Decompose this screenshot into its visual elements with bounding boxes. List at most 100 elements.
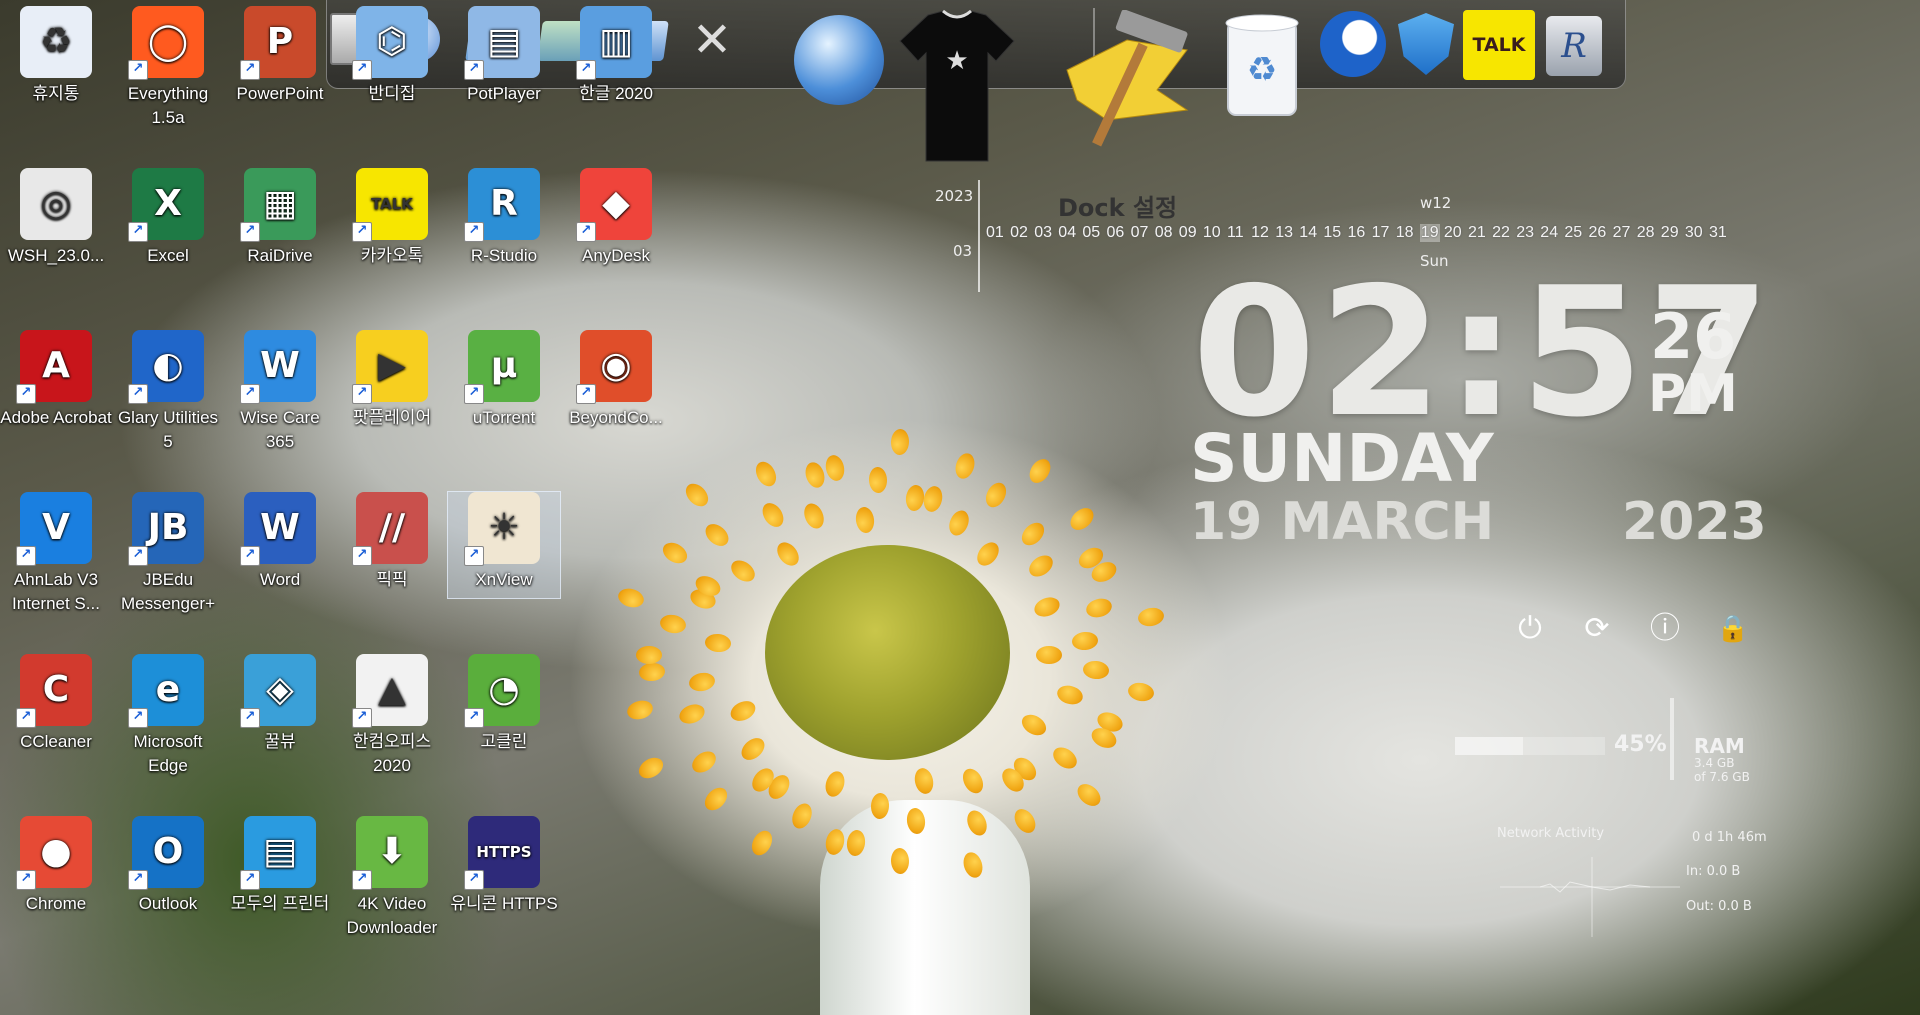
flower-stamen (727, 697, 759, 725)
calendar-day[interactable]: 04 (1058, 224, 1076, 242)
rstudio-icon[interactable]: R (1541, 10, 1607, 82)
shortcut-arrow-icon: ↗ (464, 60, 484, 80)
desktop-icon[interactable]: //↗ 픽픽 (336, 492, 448, 622)
calendar-day[interactable]: 23 (1516, 224, 1534, 242)
wisecare-icon[interactable] (1393, 8, 1459, 80)
app-icon: e ↗ (128, 654, 204, 728)
desktop-icon[interactable]: ◉ ↗ BeyondCo... (560, 330, 672, 460)
calendar-day[interactable]: 20 (1444, 224, 1462, 242)
flower-stamen (823, 453, 847, 484)
glary-icon[interactable] (1317, 8, 1389, 80)
calendar-day[interactable]: 05 (1082, 224, 1100, 242)
calendar-day[interactable]: 30 (1685, 224, 1703, 242)
calendar-title[interactable]: Dock 설정 (1058, 188, 1177, 223)
calendar-day[interactable]: 17 (1372, 224, 1390, 242)
desktop-icon[interactable]: µ ↗ uTorrent (448, 330, 560, 460)
flower-stamen (1010, 805, 1040, 837)
desktop-icon-label: 유니콘 HTTPS (450, 894, 558, 913)
shutdown-icon[interactable]: ⏻ (1511, 610, 1549, 648)
calendar-day[interactable]: 15 (1323, 224, 1341, 242)
calendar-day[interactable]: 24 (1540, 224, 1558, 242)
calendar-day[interactable]: 13 (1275, 224, 1293, 242)
calendar-day[interactable]: 07 (1131, 224, 1149, 242)
calendar-day[interactable]: 28 (1637, 224, 1655, 242)
tools-icon[interactable]: ✕ (682, 8, 742, 72)
ram-used: 3.4 GB (1694, 756, 1735, 770)
desktop-icon[interactable]: W ↗ Wise Care 365 (224, 330, 336, 460)
kakaotalk-icon[interactable]: TALK (1463, 10, 1535, 80)
restart-icon[interactable]: ⟳ (1578, 610, 1616, 648)
desktop-icon[interactable]: e ↗ Microsoft Edge (112, 654, 224, 784)
desktop-icon-label: 고클린 (480, 732, 528, 751)
desktop-icon-label: 카카오톡 (360, 246, 424, 265)
desktop-icon[interactable]: ♻ 휴지통 (0, 6, 112, 136)
calendar-day[interactable]: 02 (1010, 224, 1028, 242)
desktop-icon-label: 꿀뷰 (264, 732, 296, 751)
app-icon: ▤ ↗ (464, 6, 540, 80)
desktop-icon[interactable]: TALK ↗ 카카오톡 (336, 168, 448, 298)
desktop-icon[interactable]: JB ↗ JBEdu Messenger+ (112, 492, 224, 622)
flower-stamen (751, 457, 781, 490)
calendar-day[interactable]: 25 (1564, 224, 1582, 242)
calendar-day[interactable]: 14 (1299, 224, 1317, 242)
desktop-icon[interactable]: ◯ ↗ Everything 1.5a (112, 6, 224, 136)
calendar-day[interactable]: 22 (1492, 224, 1510, 242)
desktop-icon[interactable]: ▲ ↗ 한컴오피스 2020 (336, 654, 448, 784)
calendar-day[interactable]: 08 (1155, 224, 1173, 242)
hammer-icon[interactable] (1047, 10, 1197, 160)
calendar-day[interactable]: 09 (1179, 224, 1197, 242)
flower-stamen (1071, 630, 1099, 651)
desktop-icon[interactable]: ◈ ↗ 꿀뷰 (224, 654, 336, 784)
desktop-icon[interactable]: ▤ ↗ 모두의 프린터 (224, 816, 336, 946)
flower-stamen (635, 645, 662, 665)
desktop-icon[interactable]: ⬇ ↗ 4K Video Downloader (336, 816, 448, 946)
calendar-day[interactable]: 26 (1589, 224, 1607, 242)
desktop-icon[interactable]: V ↗ AhnLab V3 Internet S... (0, 492, 112, 622)
shortcut-arrow-icon: ↗ (16, 708, 36, 728)
desktop-icon[interactable]: ▥ ↗ 한글 2020 (560, 6, 672, 136)
desktop-icon[interactable]: ◎ WSH_23.0... (0, 168, 112, 298)
calendar-day[interactable]: 01 (986, 224, 1004, 242)
desktop-icon[interactable]: O ↗ Outlook (112, 816, 224, 946)
info-icon[interactable]: ⓘ (1646, 610, 1684, 648)
desktop-icon[interactable]: ● ↗ Chrome (0, 816, 112, 946)
calendar-day[interactable]: 16 (1348, 224, 1366, 242)
desktop-icon[interactable]: ◔ ↗ 고클린 (448, 654, 560, 784)
calendar-day[interactable]: 29 (1661, 224, 1679, 242)
app-icon: ◎ (20, 168, 92, 240)
flower-stamen (676, 700, 708, 727)
app-icon: P ↗ (240, 6, 316, 80)
tshirt-icon[interactable]: ★ (897, 6, 1017, 166)
calendar-day[interactable]: 31 (1709, 224, 1727, 242)
desktop-icon[interactable]: C ↗ CCleaner (0, 654, 112, 784)
trash-icon[interactable]: ♻ (1217, 8, 1307, 120)
calendar-day[interactable]: 11 (1227, 224, 1244, 242)
calendar-day[interactable]: 10 (1203, 224, 1221, 242)
flower-stamen (1127, 680, 1156, 703)
desktop-icon[interactable]: ◆ ↗ AnyDesk (560, 168, 672, 298)
desktop-icon[interactable]: ▦ ↗ RaiDrive (224, 168, 336, 298)
desktop-icon[interactable]: X ↗ Excel (112, 168, 224, 298)
lock-icon[interactable]: 🔒 (1714, 610, 1752, 648)
desktop-icon[interactable]: ☀ ↗ XnView (447, 491, 561, 599)
shortcut-arrow-icon: ↗ (576, 60, 596, 80)
desktop-icon[interactable]: HTTPS ↗ 유니콘 HTTPS (448, 816, 560, 946)
desktop-icon[interactable]: ◐ ↗ Glary Utilities 5 (112, 330, 224, 460)
calendar-day[interactable]: 06 (1107, 224, 1125, 242)
desktop-icon[interactable]: W ↗ Word (224, 492, 336, 622)
calendar-day[interactable]: 19 (1419, 224, 1440, 242)
calendar-day[interactable]: 12 (1251, 224, 1269, 242)
desktop-icon[interactable]: ▶ ↗ 팟플레이어 (336, 330, 448, 460)
desktop-icon[interactable]: ⌬ ↗ 반디집 (336, 6, 448, 136)
calendar-day[interactable]: 18 (1396, 224, 1414, 242)
calendar-day[interactable]: 27 (1613, 224, 1631, 242)
desktop-icon[interactable]: R ↗ R-Studio (448, 168, 560, 298)
desktop-icon[interactable]: P ↗ PowerPoint (224, 6, 336, 136)
desktop-icon[interactable]: A ↗ Adobe Acrobat (0, 330, 112, 460)
desktop-icon-label: Outlook (138, 894, 198, 913)
desktop-icon[interactable]: ▤ ↗ PotPlayer (448, 6, 560, 136)
globe-icon[interactable] (789, 10, 889, 110)
calendar-day[interactable]: 03 (1034, 224, 1052, 242)
desktop-icon-label: 픽픽 (376, 570, 408, 589)
calendar-day[interactable]: 21 (1468, 224, 1486, 242)
